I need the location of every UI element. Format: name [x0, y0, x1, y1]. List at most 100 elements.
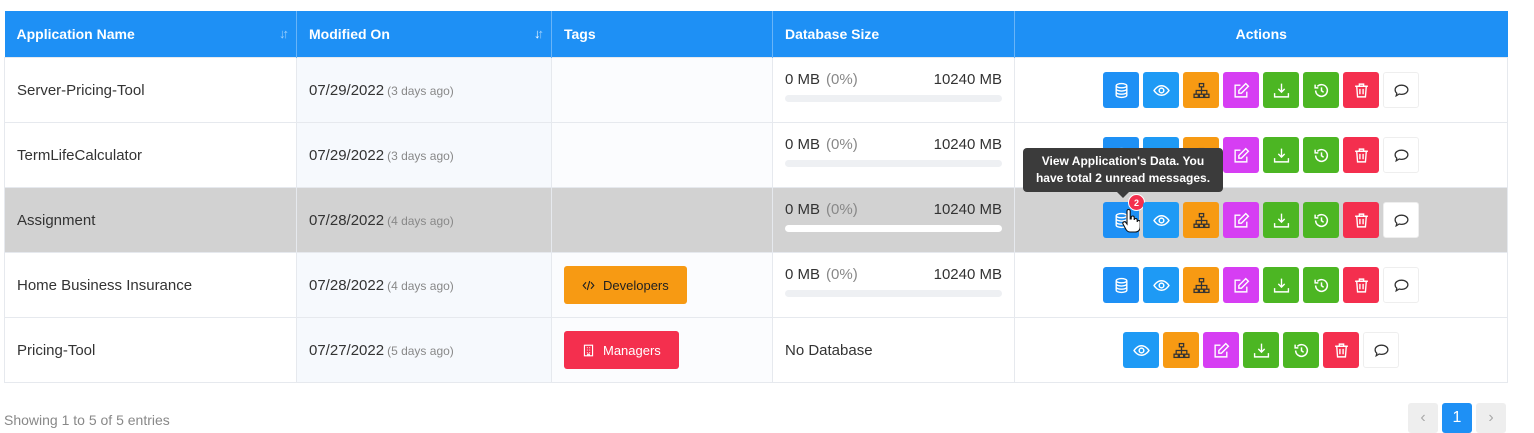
download-icon: [1273, 147, 1290, 164]
messages-button[interactable]: [1383, 137, 1419, 173]
edit-button[interactable]: [1223, 202, 1259, 238]
db-percent: (0%): [826, 200, 858, 218]
messages-button[interactable]: [1363, 332, 1399, 368]
history-icon: [1313, 82, 1330, 99]
action-buttons: 2: [1027, 194, 1495, 238]
tag-developers[interactable]: Developers: [564, 266, 687, 304]
database-size-cell: 0 MB (0%) 10240 MB: [772, 57, 1015, 123]
db-used: 0 MB: [785, 265, 821, 283]
modified-on: 07/27/2022 (5 days ago): [296, 317, 552, 383]
eye-icon: [1152, 212, 1170, 229]
edit-button[interactable]: [1223, 72, 1259, 108]
table-row[interactable]: Assignment 07/28/2022 (4 days ago) 0 MB (0…: [4, 187, 1508, 253]
messages-button[interactable]: [1383, 202, 1419, 238]
structure-button[interactable]: [1183, 72, 1219, 108]
database-size-cell: No Database: [772, 317, 1015, 383]
download-icon: [1253, 342, 1270, 359]
actions-cell: 2: [1014, 187, 1508, 253]
trash-icon: [1353, 212, 1370, 229]
tag-managers[interactable]: Managers: [564, 331, 679, 369]
trash-icon: [1353, 82, 1370, 99]
preview-button[interactable]: [1143, 267, 1179, 303]
app-name[interactable]: Home Business Insurance: [4, 252, 297, 318]
comment-icon: [1393, 82, 1410, 99]
next-page-button[interactable]: ›: [1476, 403, 1506, 433]
delete-button[interactable]: [1323, 332, 1359, 368]
tags-cell: [551, 187, 773, 253]
view-data-button[interactable]: [1103, 72, 1139, 108]
trash-icon: [1353, 277, 1370, 294]
app-name[interactable]: TermLifeCalculator: [4, 122, 297, 188]
action-buttons: [1027, 332, 1495, 368]
db-usage-bar: [785, 224, 1002, 232]
edit-button[interactable]: [1223, 267, 1259, 303]
entries-info: Showing 1 to 5 of 5 entries: [4, 412, 170, 428]
database-size-cell: 0 MB (0%) 10240 MB: [772, 252, 1015, 318]
table-row[interactable]: Server-Pricing-Tool 07/29/2022 (3 days ag…: [4, 57, 1508, 123]
table-row[interactable]: TermLifeCalculator 07/29/2022 (3 days ago…: [4, 122, 1508, 188]
no-database-text: No Database: [785, 341, 873, 359]
edit-button[interactable]: [1203, 332, 1239, 368]
app-name[interactable]: Pricing-Tool: [4, 317, 297, 383]
modified-relative: (4 days ago): [387, 278, 454, 293]
messages-button[interactable]: [1383, 267, 1419, 303]
history-button[interactable]: [1303, 137, 1339, 173]
structure-button[interactable]: [1183, 267, 1219, 303]
history-button[interactable]: [1303, 202, 1339, 238]
delete-button[interactable]: [1343, 267, 1379, 303]
modified-date: 07/28/2022: [309, 276, 385, 294]
delete-button[interactable]: [1343, 202, 1379, 238]
download-icon: [1273, 277, 1290, 294]
history-icon: [1313, 277, 1330, 294]
structure-button[interactable]: [1183, 202, 1219, 238]
prev-page-button[interactable]: ‹: [1408, 403, 1438, 433]
sitemap-icon: [1192, 82, 1210, 99]
preview-button[interactable]: [1123, 332, 1159, 368]
db-total: 10240 MB: [933, 135, 1002, 153]
preview-button[interactable]: [1143, 72, 1179, 108]
download-button[interactable]: [1243, 332, 1279, 368]
app-name[interactable]: Server-Pricing-Tool: [4, 57, 297, 123]
db-usage-bar: [785, 94, 1002, 102]
pagination: ‹ 1 ›: [1408, 403, 1506, 433]
history-button[interactable]: [1303, 72, 1339, 108]
db-percent: (0%): [826, 265, 858, 283]
hand-cursor-icon: [1122, 209, 1140, 233]
download-icon: [1273, 212, 1290, 229]
db-used: 0 MB: [785, 200, 821, 218]
modified-on: 07/29/2022 (3 days ago): [296, 122, 552, 188]
table-row[interactable]: Pricing-Tool 07/27/2022 (5 days ago) Mana…: [4, 317, 1508, 383]
structure-button[interactable]: [1163, 332, 1199, 368]
modified-on: 07/28/2022 (4 days ago): [296, 187, 552, 253]
history-button[interactable]: [1283, 332, 1319, 368]
modified-on: 07/28/2022 (4 days ago): [296, 252, 552, 318]
messages-button[interactable]: [1383, 72, 1419, 108]
db-used: 0 MB: [785, 70, 821, 88]
sort-icon[interactable]: ↓↑: [279, 26, 289, 41]
db-usage-bar: [785, 289, 1002, 297]
download-button[interactable]: [1263, 72, 1299, 108]
preview-button[interactable]: [1143, 202, 1179, 238]
delete-button[interactable]: [1343, 72, 1379, 108]
tags-cell: [551, 122, 773, 188]
table-row[interactable]: Home Business Insurance 07/28/2022 (4 day…: [4, 252, 1508, 318]
sitemap-icon: [1192, 212, 1210, 229]
sort-desc-icon[interactable]: ↓↑: [534, 26, 544, 41]
delete-button[interactable]: [1343, 137, 1379, 173]
eye-icon: [1152, 82, 1170, 99]
action-buttons: [1027, 72, 1495, 108]
col-header-modified-on[interactable]: Modified On ↓↑: [296, 11, 552, 58]
view-data-button[interactable]: [1103, 267, 1139, 303]
app-name[interactable]: Assignment: [4, 187, 297, 253]
comment-icon: [1393, 212, 1410, 229]
tooltip-view-data: View Application's Data. You have total …: [1023, 148, 1223, 198]
download-button[interactable]: [1263, 267, 1299, 303]
edit-button[interactable]: [1223, 137, 1259, 173]
page-1-button[interactable]: 1: [1442, 403, 1472, 433]
download-button[interactable]: [1263, 202, 1299, 238]
tag-label: Managers: [603, 342, 661, 358]
download-button[interactable]: [1263, 137, 1299, 173]
db-percent: (0%): [826, 70, 858, 88]
col-header-application-name[interactable]: Application Name ↓↑: [4, 11, 297, 58]
history-button[interactable]: [1303, 267, 1339, 303]
